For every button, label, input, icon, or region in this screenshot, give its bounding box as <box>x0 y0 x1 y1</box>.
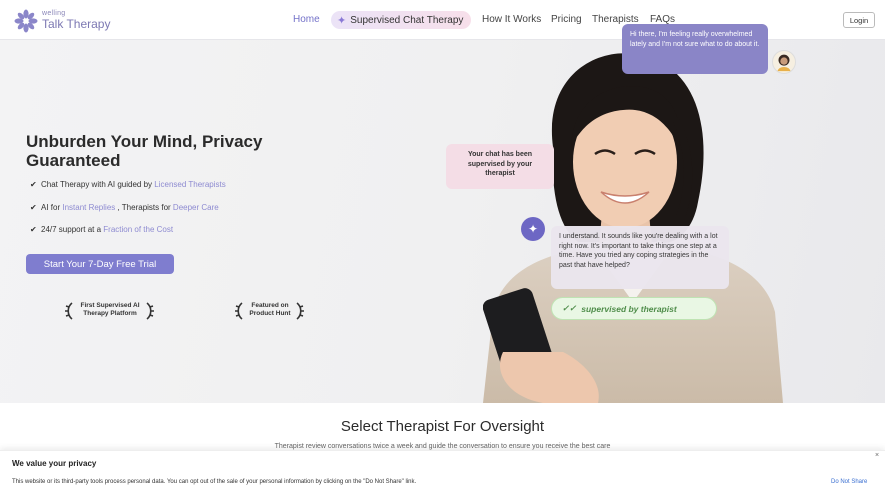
laurel-left-icon <box>65 302 73 320</box>
award-line: Product Hunt <box>249 310 291 317</box>
brand-tagline: welling <box>42 10 66 17</box>
ai-sparkle-icon: ✦ <box>521 217 545 241</box>
hero-section: Unburden Your Mind, Privacy Guaranteed ✔… <box>0 40 885 403</box>
bullet-text: 24/7 support at a <box>41 225 104 234</box>
laurel-left-icon <box>235 302 243 320</box>
nav-supervised-chat-therapy[interactable]: ✦ Supervised Chat Therapy <box>331 11 471 29</box>
double-check-icon: ✓✓ <box>562 303 577 313</box>
check-icon: ✔ <box>30 180 37 189</box>
check-icon: ✔ <box>30 203 37 212</box>
bullet-text: , Therapists for <box>115 203 173 212</box>
bullet-highlight: Deeper Care <box>172 203 219 212</box>
ai-reply-bubble: I understand. It sounds like you're deal… <box>551 226 729 289</box>
award-line: First Supervised AI <box>80 302 140 309</box>
award-line: Therapy Platform <box>83 310 137 317</box>
section-subtitle: Therapist review conversations twice a w… <box>274 443 611 450</box>
nav-home[interactable]: Home <box>293 14 320 25</box>
section-title: Select Therapist For Oversight <box>340 418 545 435</box>
supervised-badge: ✓✓ supervised by therapist <box>551 297 717 320</box>
logo-icon[interactable] <box>14 9 38 33</box>
award-product-hunt: Featured on Product Hunt <box>245 302 295 318</box>
bullet-highlight: Licensed Therapists <box>154 180 226 189</box>
therapist-avatar <box>772 50 796 74</box>
supervised-note-bubble: Your chat has been supervised by your th… <box>446 144 554 189</box>
laurel-right-icon <box>146 302 154 320</box>
do-not-share-link[interactable]: Do Not Share <box>831 479 867 485</box>
brand-name[interactable]: Talk Therapy <box>42 17 110 31</box>
bullet-text: AI for <box>41 203 63 212</box>
bullet-highlight: Instant Replies <box>62 203 116 212</box>
nav-pricing[interactable]: Pricing <box>551 14 582 25</box>
hero-bullet-3: ✔ 24/7 support at a Fraction of the Cost <box>30 225 173 234</box>
supervised-badge-label: supervised by therapist <box>581 303 677 314</box>
user-chat-bubble: Hi there, I'm feeling really overwhelmed… <box>622 24 768 74</box>
hero-bullet-2: ✔ AI for Instant Replies , Therapists for… <box>30 203 219 212</box>
privacy-banner: We value your privacy This website or it… <box>0 450 885 498</box>
award-line: Featured on <box>251 302 289 309</box>
check-icon: ✔ <box>30 225 37 234</box>
start-trial-button[interactable]: Start Your 7-Day Free Trial <box>26 254 174 274</box>
login-button[interactable]: Login <box>843 12 875 28</box>
nav-supervised-label: Supervised Chat Therapy <box>350 14 464 26</box>
hero-bullet-1: ✔ Chat Therapy with AI guided by Licensed… <box>30 180 226 189</box>
bullet-text: Chat Therapy with AI guided by <box>41 180 155 189</box>
award-first-supervised: First Supervised AI Therapy Platform <box>76 302 144 318</box>
hero-title: Unburden Your Mind, Privacy Guaranteed <box>26 132 263 170</box>
privacy-text: This website or its third-party tools pr… <box>12 479 417 485</box>
close-icon[interactable]: × <box>875 452 879 459</box>
privacy-title: We value your privacy <box>12 459 97 468</box>
laurel-right-icon <box>296 302 304 320</box>
sparkle-icon: ✦ <box>337 14 347 27</box>
bullet-highlight: Fraction of the Cost <box>103 225 174 234</box>
nav-how-it-works[interactable]: How It Works <box>482 14 541 25</box>
